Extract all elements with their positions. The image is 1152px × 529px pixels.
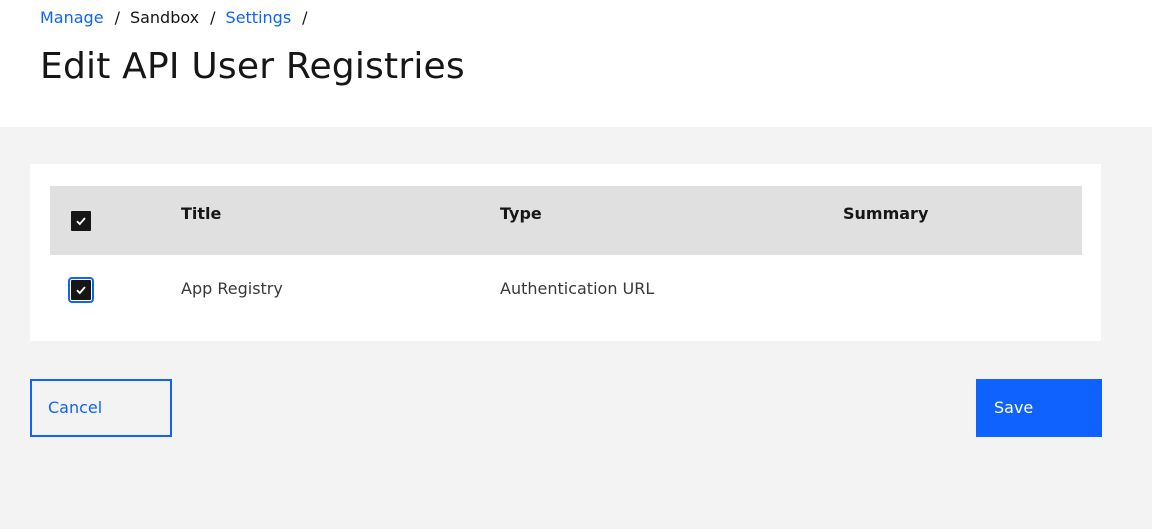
save-button[interactable]: Save — [976, 379, 1102, 437]
breadcrumb-separator: / — [302, 8, 308, 27]
page-title: Edit API User Registries — [40, 46, 465, 87]
registries-table: Title Type Summary App Registry Authenti… — [50, 186, 1082, 324]
breadcrumb-separator: / — [114, 8, 120, 27]
breadcrumb-settings-link[interactable]: Settings — [226, 7, 292, 29]
row-type-cell: Authentication URL — [500, 279, 655, 298]
row-title-cell: App Registry — [181, 279, 283, 298]
page-header: Manage / Sandbox / Settings / Edit API U… — [0, 0, 1152, 127]
breadcrumb-sandbox: Sandbox — [129, 8, 200, 27]
column-header-type[interactable]: Type — [500, 203, 542, 225]
checkmark-icon — [76, 217, 86, 226]
column-header-summary[interactable]: Summary — [843, 203, 928, 225]
registries-card: Title Type Summary App Registry Authenti… — [30, 164, 1101, 341]
row-select-checkbox[interactable] — [68, 277, 94, 303]
breadcrumb-manage-link[interactable]: Manage — [40, 7, 104, 29]
checkmark-icon — [76, 286, 86, 295]
column-header-title[interactable]: Title — [181, 203, 221, 225]
breadcrumb: Manage / Sandbox / Settings / — [40, 7, 318, 29]
table-row[interactable]: App Registry Authentication URL — [50, 255, 1082, 324]
table-header-row: Title Type Summary — [50, 186, 1082, 255]
select-all-checkbox[interactable] — [71, 211, 91, 231]
cancel-button[interactable]: Cancel — [30, 379, 172, 437]
breadcrumb-separator: / — [210, 8, 216, 27]
